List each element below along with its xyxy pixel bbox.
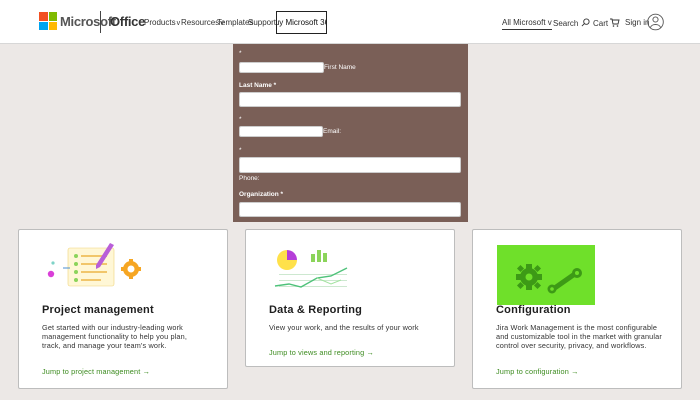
- required-mark: *: [239, 116, 242, 123]
- first-name-label: First Name: [324, 64, 356, 71]
- card-title: Configuration: [496, 304, 571, 316]
- jump-to-project-management-link[interactable]: Jump to project management →: [42, 367, 150, 376]
- card-title: Project management: [42, 304, 154, 316]
- microsoft-logo-icon[interactable]: [39, 12, 57, 30]
- card-description: View your work, and the results of your …: [269, 323, 419, 332]
- card-description: Get started with our industry-leading wo…: [42, 323, 188, 350]
- checklist-illustration-icon: [47, 243, 141, 287]
- search-button[interactable]: Search: [553, 18, 590, 28]
- product-name[interactable]: Office: [110, 14, 145, 29]
- phone-field[interactable]: [239, 157, 461, 173]
- avatar-icon[interactable]: [647, 12, 664, 32]
- cart-icon: [610, 18, 620, 27]
- nav-support[interactable]: Support: [248, 18, 276, 27]
- all-microsoft-menu[interactable]: All Microsoft v: [502, 18, 552, 30]
- contact-form: * First Name Last Name * * Email: * Phon…: [233, 44, 468, 222]
- buy-microsoft-365-button[interactable]: Buy Microsoft 365: [276, 11, 327, 34]
- card-data-reporting: Data & Reporting View your work, and the…: [245, 229, 455, 367]
- header-divider: [100, 11, 101, 33]
- card-configuration: Configuration Jira Work Management is th…: [472, 229, 682, 389]
- brand-name[interactable]: Microsoft: [60, 14, 116, 29]
- card-title: Data & Reporting: [269, 304, 363, 316]
- organization-field[interactable]: [239, 202, 461, 217]
- card-description: Jira Work Management is the most configu…: [496, 323, 662, 350]
- search-icon: [581, 18, 590, 27]
- email-field[interactable]: [239, 126, 323, 137]
- phone-label: Phone:: [239, 175, 260, 182]
- jump-to-configuration-link[interactable]: Jump to configuration →: [496, 367, 579, 376]
- chevron-down-icon: v: [547, 18, 552, 27]
- nav-products[interactable]: Productsv: [144, 18, 180, 27]
- jump-to-views-and-reporting-link[interactable]: Jump to views and reporting →: [269, 348, 374, 357]
- last-name-field[interactable]: [239, 92, 461, 107]
- last-name-label: Last Name *: [239, 82, 277, 89]
- sign-in-link[interactable]: Sign in: [625, 18, 649, 27]
- organization-label: Organization *: [239, 191, 284, 198]
- chevron-down-icon: v: [176, 20, 181, 27]
- gear-wrench-illustration-icon: [497, 245, 595, 305]
- card-project-management: Project management Get started with our …: [18, 229, 228, 389]
- required-mark: *: [239, 50, 242, 57]
- first-name-field[interactable]: [239, 62, 324, 73]
- site-header: Microsoft Office Productsv Resourcesv Te…: [0, 0, 700, 44]
- required-mark: *: [239, 147, 242, 154]
- chart-illustration-icon: [274, 250, 348, 288]
- cart-button[interactable]: Cart: [593, 18, 620, 28]
- email-label: Email:: [323, 128, 342, 135]
